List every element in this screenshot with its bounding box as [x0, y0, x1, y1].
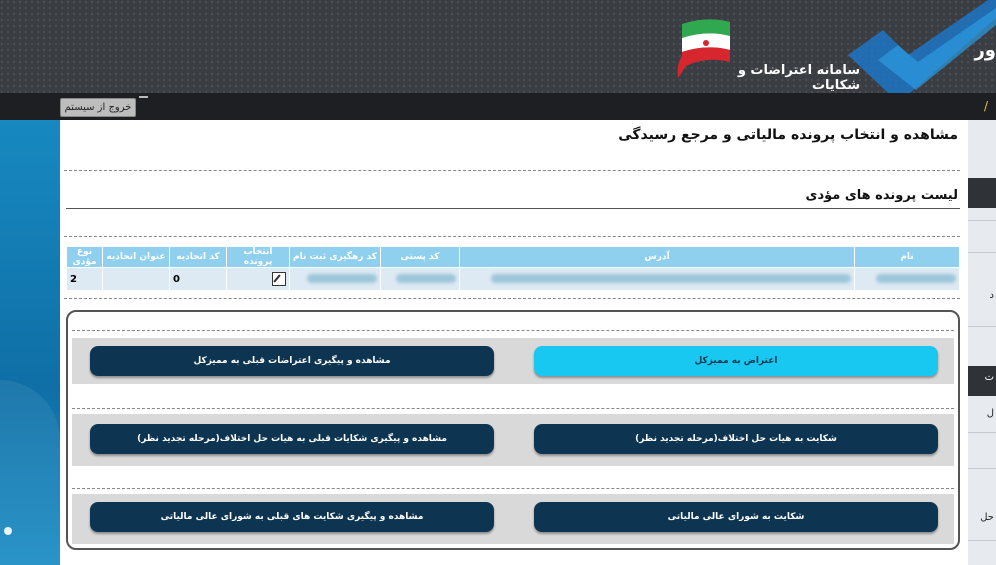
brand-title-fragment: ور — [974, 40, 996, 61]
sidebar-divider — [968, 326, 996, 327]
cell-taxpayer-type: 2 — [66, 267, 103, 291]
sidebar-divider — [968, 468, 996, 469]
cell-select-file — [226, 267, 290, 291]
redacted-text — [307, 274, 377, 283]
header: سامانه اعتراضات و شکایات ور — [0, 0, 996, 93]
cell-tracking-code — [289, 267, 381, 291]
redacted-text — [396, 274, 456, 283]
divider — [72, 408, 954, 409]
sidebar-item[interactable]: ت — [985, 372, 994, 383]
divider — [64, 170, 960, 171]
right-sidebar: د ت ل حل — [968, 120, 996, 565]
redacted-text — [876, 274, 956, 283]
view-previous-dispute-complaints-button[interactable]: مشاهده و پیگیری شکایات قبلی به هیات حل ا… — [90, 424, 494, 454]
divider — [64, 236, 960, 237]
sidebar-divider — [968, 220, 996, 221]
complaint-dispute-board-button[interactable]: شکایت به هیات حل اختلاف(مرحله تجدید نظر) — [534, 424, 938, 454]
table-row: 0 2 — [66, 267, 960, 291]
divider — [72, 330, 954, 331]
column-header: کد پستی — [380, 246, 460, 268]
table-header-row: نام آدرس کد پستی کد رهگیری ثبت نام انتخا… — [66, 246, 960, 268]
redacted-text — [491, 274, 851, 283]
sidebar-divider — [968, 540, 996, 541]
sidebar-divider — [968, 252, 996, 253]
cell-address — [459, 267, 855, 291]
navbar — [0, 93, 996, 120]
column-header: انتخاب پرونده — [226, 246, 290, 268]
cell-name — [854, 267, 960, 291]
divider — [64, 298, 960, 299]
minimize-icon[interactable] — [139, 96, 148, 98]
divider — [72, 488, 954, 489]
complaint-high-tax-council-button[interactable]: شکایت به شورای عالی مالیاتی — [534, 502, 938, 532]
left-wave-decoration — [0, 380, 60, 565]
logout-button[interactable]: خروج از سیستم — [60, 98, 136, 117]
column-header: نام — [854, 246, 960, 268]
taxpayer-files-table: نام آدرس کد پستی کد رهگیری ثبت نام انتخا… — [66, 246, 960, 291]
column-header: عنوان اتحادیه — [102, 246, 170, 268]
column-header: نوع مؤدی — [66, 246, 103, 268]
objection-to-auditor-button[interactable]: اعتراض به ممیزکل — [534, 346, 938, 376]
edit-icon[interactable] — [272, 272, 286, 286]
sidebar-item[interactable]: ل — [987, 408, 994, 419]
actions-panel: اعتراض به ممیزکل مشاهده و پیگیری اعتراضا… — [66, 310, 960, 550]
section-underline — [66, 208, 960, 209]
app-title: سامانه اعتراضات و شکایات — [737, 63, 860, 93]
column-header: آدرس — [459, 246, 855, 268]
sidebar-divider — [968, 432, 996, 433]
sidebar-item[interactable]: د — [990, 290, 994, 301]
nav-glyph: / — [984, 99, 989, 113]
cell-union-title — [102, 267, 170, 291]
checkmark-logo-icon — [848, 0, 996, 93]
view-previous-objections-button[interactable]: مشاهده و پیگیری اعتراضات قبلی به ممیزکل — [90, 346, 494, 376]
view-previous-council-complaints-button[interactable]: مشاهده و پیگیری شکایت های قبلی به شورای … — [90, 502, 494, 532]
left-decorative-panel — [0, 120, 60, 565]
sidebar-item[interactable]: حل — [980, 512, 994, 523]
column-header: کد رهگیری ثبت نام — [289, 246, 381, 268]
main-content: مشاهده و انتخاب پرونده مالیاتی و مرجع رس… — [60, 120, 968, 565]
cell-union-code: 0 — [169, 267, 227, 291]
cell-postal-code — [380, 267, 460, 291]
section-title: لیست پرونده های مؤدی — [805, 188, 958, 203]
page-title: مشاهده و انتخاب پرونده مالیاتی و مرجع رس… — [618, 127, 958, 143]
left-dot-decoration — [4, 527, 12, 535]
sidebar-header-block — [968, 178, 996, 208]
column-header: کد اتحادیه — [169, 246, 227, 268]
